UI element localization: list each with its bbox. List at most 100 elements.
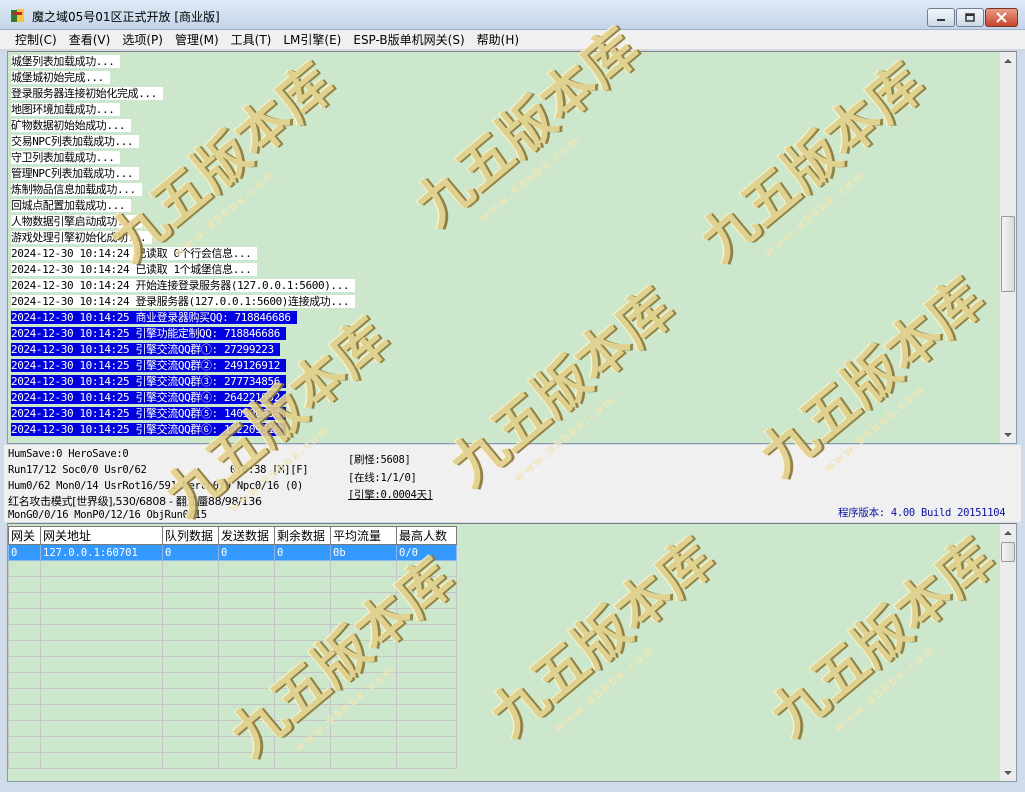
- table-cell: [396, 720, 457, 737]
- log-line-selected[interactable]: 2024-12-30 10:14:25 引擎交流QQ群④: 264221952: [11, 390, 355, 406]
- table-cell: [162, 624, 219, 641]
- gateway-grid-panel[interactable]: 网关 网关地址 队列数据 发送数据 剩余数据 平均流量 最高人数 0 127.0.0.1:60…: [7, 523, 1017, 782]
- log-line-text: 2024-12-30 10:14:24 已读取 1个城堡信息...: [11, 263, 258, 276]
- log-line[interactable]: 管理NPC列表加载成功...: [11, 166, 355, 182]
- table-row-empty: [8, 688, 457, 705]
- log-line[interactable]: 矿物数据初始始成功...: [11, 118, 355, 134]
- log-line[interactable]: 2024-12-30 10:14:24 已读取 0个行会信息...: [11, 246, 355, 262]
- log-line-text: 2024-12-30 10:14:25 引擎交流QQ群①: 27299223: [11, 343, 280, 356]
- table-cell: [8, 752, 41, 769]
- log-scrollbar[interactable]: [999, 52, 1016, 443]
- log-line[interactable]: 游戏处理引擎初始化成功...: [11, 230, 355, 246]
- log-line-text: 城堡城初始完成...: [11, 71, 110, 84]
- menu-options[interactable]: 选项(P): [116, 31, 169, 48]
- status-refresh: [刷怪:5608]: [348, 454, 411, 466]
- menu-manage[interactable]: 管理(M): [169, 31, 225, 48]
- menu-tools[interactable]: 工具(T): [225, 31, 278, 48]
- column-header[interactable]: 平均流量: [330, 526, 397, 545]
- log-line-selected[interactable]: 2024-12-30 10:14:25 引擎功能定制QQ: 718846686: [11, 326, 355, 342]
- table-cell: [218, 704, 275, 721]
- table-cell: [330, 624, 397, 641]
- log-line-selected[interactable]: 2024-12-30 10:14:25 引擎交流QQ群⑥: 122209510: [11, 422, 355, 438]
- log-line[interactable]: 2024-12-30 10:14:24 登录服务器(127.0.0.1:5600…: [11, 294, 356, 310]
- log-line-text: 2024-12-30 10:14:24 已读取 0个行会信息...: [11, 247, 258, 260]
- column-header[interactable]: 发送数据: [218, 526, 275, 545]
- table-cell: [396, 736, 457, 753]
- table-cell: [8, 608, 41, 625]
- log-line[interactable]: 2024-12-30 10:14:24 开始连接登录服务器(127.0.0.1:…: [11, 278, 356, 294]
- status-save: HumSave:0 HeroSave:0: [8, 448, 129, 460]
- log-line-text: 2024-12-30 10:14:24 登录服务器(127.0.0.1:5600…: [11, 295, 356, 308]
- log-line[interactable]: 守卫列表加载成功...: [11, 150, 355, 166]
- log-scroll-thumb[interactable]: [1001, 216, 1015, 292]
- table-cell: [40, 704, 163, 721]
- log-line[interactable]: 2024-12-30 10:14:24 已读取 1个城堡信息...: [11, 262, 355, 278]
- table-cell: [40, 624, 163, 641]
- table-cell: [330, 656, 397, 673]
- table-cell: [162, 576, 219, 593]
- table-cell: [218, 736, 275, 753]
- table-cell: [162, 752, 219, 769]
- table-cell: [274, 752, 331, 769]
- table-cell: [330, 640, 397, 657]
- column-header[interactable]: 最高人数: [396, 526, 457, 545]
- grid-scroll-down-button[interactable]: [1000, 764, 1016, 781]
- log-line-selected[interactable]: 2024-12-30 10:14:25 引擎交流QQ群③: 277734856: [11, 374, 355, 390]
- log-panel[interactable]: 城堡列表加载成功... 城堡城初始完成... 登录服务器连接初始化完成... 地图环境…: [7, 51, 1017, 444]
- log-list: 城堡列表加载成功... 城堡城初始完成... 登录服务器连接初始化完成... 地图环境…: [11, 54, 356, 438]
- table-cell: [330, 672, 397, 689]
- menu-help[interactable]: 帮助(H): [471, 31, 525, 48]
- menu-view[interactable]: 查看(V): [63, 31, 117, 48]
- maximize-button[interactable]: [956, 8, 984, 27]
- table-cell: [162, 672, 219, 689]
- column-header[interactable]: 队列数据: [162, 526, 219, 545]
- table-cell: [40, 688, 163, 705]
- menu-control[interactable]: 控制(C): [9, 31, 63, 48]
- table-cell: [162, 704, 219, 721]
- column-header[interactable]: 网关: [8, 526, 41, 545]
- log-line-selected[interactable]: 2024-12-30 10:14:25 商业登录器购买QQ: 718846686: [11, 310, 355, 326]
- table-cell: [396, 592, 457, 609]
- table-cell: 0/0: [396, 544, 457, 561]
- table-cell: [218, 656, 275, 673]
- menu-espb-gateway[interactable]: ESP-B版单机网关(S): [347, 31, 470, 48]
- grid-scrollbar[interactable]: [999, 524, 1016, 781]
- grid-scroll-thumb[interactable]: [1001, 542, 1015, 562]
- log-line[interactable]: 地图环境加载成功...: [11, 102, 355, 118]
- table-cell: [274, 576, 331, 593]
- table-row-empty: [8, 736, 457, 753]
- log-line[interactable]: 城堡城初始完成...: [11, 70, 355, 86]
- log-line[interactable]: 登录服务器连接初始化完成...: [11, 86, 355, 102]
- table-cell: [396, 688, 457, 705]
- column-header[interactable]: 网关地址: [40, 526, 163, 545]
- log-line-selected[interactable]: 2024-12-30 10:14:25 引擎交流QQ群⑤: 140598634: [11, 406, 355, 422]
- log-line-text: 矿物数据初始始成功...: [11, 119, 132, 132]
- log-line[interactable]: 城堡列表加载成功...: [11, 54, 355, 70]
- table-cell: [330, 736, 397, 753]
- scroll-down-button[interactable]: [1000, 426, 1016, 443]
- grid-scroll-up-button[interactable]: [1000, 524, 1016, 541]
- log-line[interactable]: 交易NPC列表加载成功...: [11, 134, 355, 150]
- table-cell: [330, 592, 397, 609]
- minimize-button[interactable]: [927, 8, 955, 27]
- status-panel: HumSave:0 HeroSave:0 Run17/12 Soc0/0 Usr…: [4, 445, 1021, 522]
- table-cell: [396, 672, 457, 689]
- table-row-empty: [8, 576, 457, 593]
- table-cell: [330, 752, 397, 769]
- log-line-text: 管理NPC列表加载成功...: [11, 167, 140, 180]
- column-header[interactable]: 剩余数据: [274, 526, 331, 545]
- table-row-empty: [8, 640, 457, 657]
- table-cell: [162, 688, 219, 705]
- close-button[interactable]: [985, 8, 1018, 27]
- scroll-up-button[interactable]: [1000, 52, 1016, 69]
- log-line[interactable]: 人物数据引擎启动成功...: [11, 214, 355, 230]
- log-line-selected[interactable]: 2024-12-30 10:14:25 引擎交流QQ群①: 27299223: [11, 342, 355, 358]
- title-bar[interactable]: 魔之域05号01区正式开放 [商业版]: [0, 0, 1025, 30]
- log-line[interactable]: 回城点配置加载成功...: [11, 198, 355, 214]
- table-cell: [218, 576, 275, 593]
- log-line[interactable]: 炼制物品信息加载成功...: [11, 182, 355, 198]
- menu-lm-engine[interactable]: LM引擎(E): [277, 31, 347, 48]
- log-line-selected[interactable]: 2024-12-30 10:14:25 引擎交流QQ群②: 249126912: [11, 358, 355, 374]
- table-row[interactable]: 0 127.0.0.1:60701 0 0 0 0b 0/0: [8, 544, 457, 561]
- status-run: Run17/12 Soc0/0 Usr0/62: [8, 464, 147, 476]
